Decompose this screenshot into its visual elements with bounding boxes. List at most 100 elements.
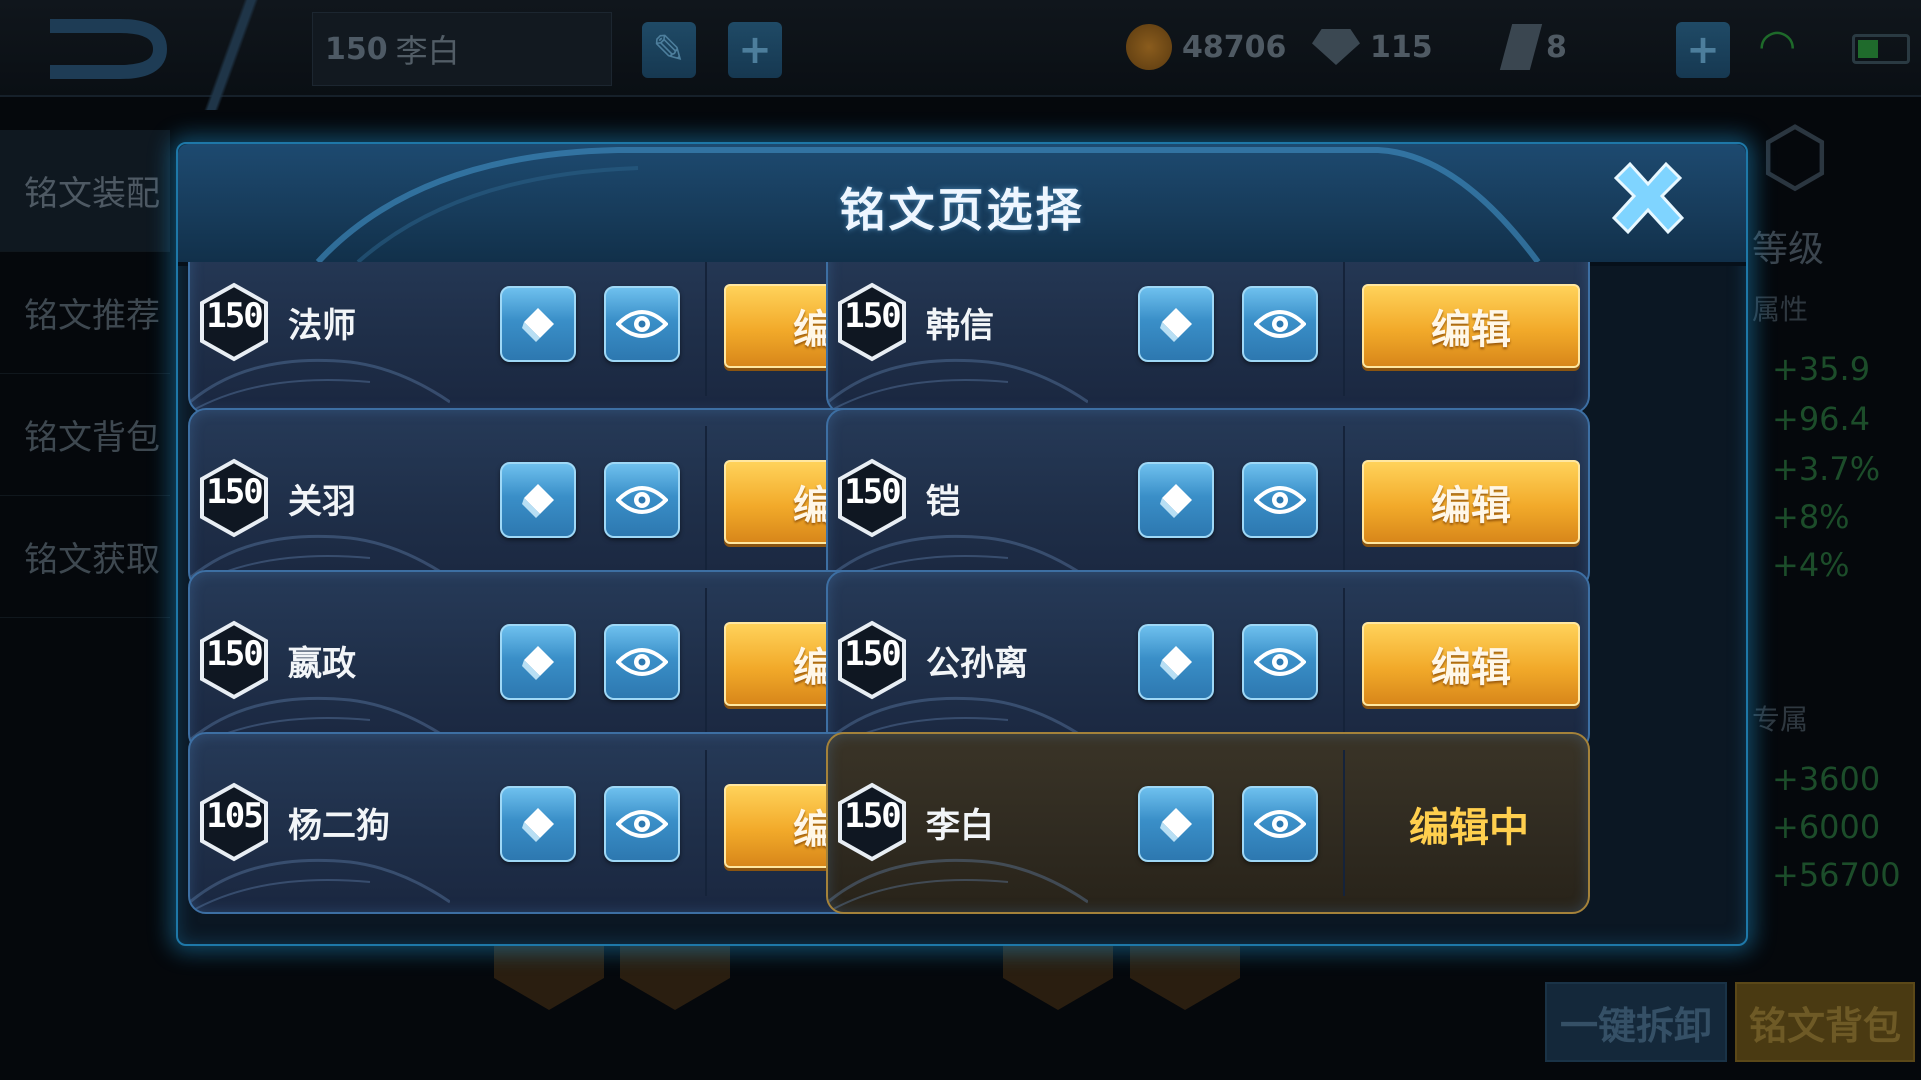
- current-hero-name: 李白: [395, 32, 460, 70]
- battery-icon: [1852, 34, 1910, 64]
- exclusive-value: +56700: [1772, 856, 1901, 894]
- rename-page-button[interactable]: [500, 462, 576, 538]
- side-item-rune-bag[interactable]: 铭文背包: [0, 374, 170, 496]
- rune-bag-button[interactable]: 铭文背包: [1735, 982, 1915, 1062]
- rune-page-card: 150 铠 编辑: [826, 408, 1590, 590]
- card-divider: [1343, 262, 1345, 396]
- preview-page-button[interactable]: [1242, 286, 1318, 362]
- rune-page-select-dialog: 铭文页选择 150 法师 编辑: [176, 142, 1748, 946]
- eye-icon: [616, 486, 668, 514]
- exclusive-label: 专属: [1752, 703, 1809, 736]
- current-hero-level: 150: [325, 31, 388, 67]
- page-level: 150: [206, 472, 263, 512]
- eye-icon: [1254, 810, 1306, 838]
- preview-page-button[interactable]: [604, 286, 680, 362]
- crystal-counter: 8: [1499, 22, 1567, 72]
- page-name: 法师: [288, 306, 356, 346]
- page-level: 150: [844, 296, 901, 336]
- eraser-icon: [1160, 646, 1192, 680]
- side-item-rune-equip[interactable]: 铭文装配: [0, 130, 170, 252]
- gem-icon: [1312, 29, 1360, 65]
- page-name: 杨二狗: [288, 806, 390, 846]
- edit-page-button[interactable]: 编辑: [1362, 284, 1580, 368]
- attr-value: +35.9: [1772, 350, 1871, 388]
- add-hero-button[interactable]: +: [728, 22, 782, 78]
- edit-page-button[interactable]: 编辑: [1362, 622, 1580, 706]
- current-hero-chip: 150 李白: [312, 12, 612, 86]
- preview-page-button[interactable]: [1242, 786, 1318, 862]
- rune-page-list[interactable]: 150 法师 编辑 150 韩信: [188, 262, 1736, 938]
- preview-page-button[interactable]: [604, 786, 680, 862]
- gold-coin-icon: [1126, 24, 1172, 70]
- unload-all-button[interactable]: 一键拆卸: [1545, 982, 1727, 1062]
- page-level: 150: [206, 634, 263, 674]
- back-arrow-icon[interactable]: [40, 18, 170, 80]
- rune-page-card: 150 李白 编辑中: [826, 732, 1590, 914]
- add-currency-button[interactable]: +: [1676, 22, 1730, 78]
- card-divider: [1343, 588, 1345, 734]
- eye-icon: [616, 648, 668, 676]
- close-icon[interactable]: [1600, 156, 1696, 252]
- card-divider: [705, 588, 707, 734]
- eraser-icon: [522, 308, 554, 342]
- rename-page-button[interactable]: [1138, 786, 1214, 862]
- attr-value: +3.7%: [1772, 450, 1881, 488]
- top-bar: 150 李白 ✎ + 48706 115 8 + ◠: [0, 0, 1921, 110]
- attr-value: +8%: [1772, 498, 1850, 536]
- hero-rename-button[interactable]: ✎: [642, 22, 696, 78]
- level-label: 等级: [1752, 229, 1825, 270]
- attribute-panel: ⬡ 等级 属性 +35.9 +96.4 +3.7% +8% +4% 专属 +36…: [1740, 110, 1921, 1070]
- preview-page-button[interactable]: [604, 624, 680, 700]
- rename-page-button[interactable]: [1138, 624, 1214, 700]
- rune-page-card: 150 韩信 编辑: [826, 262, 1590, 414]
- eye-icon: [616, 310, 668, 338]
- page-level: 150: [844, 634, 901, 674]
- page-level: 105: [206, 796, 263, 836]
- rename-page-button[interactable]: [1138, 286, 1214, 362]
- rename-page-button[interactable]: [500, 786, 576, 862]
- eraser-icon: [522, 646, 554, 680]
- level-hex-icon: ⬡: [1760, 110, 1830, 203]
- rename-page-button[interactable]: [500, 624, 576, 700]
- preview-page-button[interactable]: [604, 462, 680, 538]
- attr-value: +96.4: [1772, 400, 1871, 438]
- eraser-icon: [522, 808, 554, 842]
- wifi-icon: ◠: [1758, 20, 1797, 71]
- attr-label: 属性: [1752, 293, 1809, 326]
- side-menu: 铭文装配 铭文推荐 铭文背包 铭文获取: [0, 130, 170, 618]
- rune-page-card: 150 公孙离 编辑: [826, 570, 1590, 752]
- gold-value: 48706: [1182, 29, 1287, 65]
- preview-page-button[interactable]: [1242, 624, 1318, 700]
- exclusive-value: +3600: [1772, 760, 1881, 798]
- rename-page-button[interactable]: [1138, 462, 1214, 538]
- page-name: 嬴政: [288, 644, 356, 684]
- crystal-icon: [1499, 24, 1543, 70]
- preview-page-button[interactable]: [1242, 462, 1318, 538]
- card-divider: [705, 750, 707, 896]
- dialog-header: 铭文页选择: [178, 144, 1746, 266]
- crystal-value: 8: [1546, 29, 1567, 65]
- edit-page-button[interactable]: 编辑: [1362, 460, 1580, 544]
- plus-icon: +: [738, 27, 772, 73]
- side-item-rune-recommend[interactable]: 铭文推荐: [0, 252, 170, 374]
- page-name: 韩信: [926, 306, 994, 346]
- eraser-icon: [1160, 484, 1192, 518]
- plus-icon: +: [1686, 27, 1720, 73]
- card-divider: [1343, 426, 1345, 572]
- pencil-icon: ✎: [652, 27, 686, 73]
- gem-value: 115: [1370, 29, 1433, 65]
- page-name: 李白: [926, 806, 994, 846]
- eye-icon: [616, 810, 668, 838]
- eye-icon: [1254, 310, 1306, 338]
- dialog-title: 铭文页选择: [839, 183, 1085, 237]
- eraser-icon: [522, 484, 554, 518]
- rename-page-button[interactable]: [500, 286, 576, 362]
- page-level: 150: [844, 472, 901, 512]
- page-name: 关羽: [288, 482, 356, 522]
- eraser-icon: [1160, 808, 1192, 842]
- gem-counter: 115: [1312, 22, 1433, 72]
- card-divider: [705, 426, 707, 572]
- page-level: 150: [206, 296, 263, 336]
- gold-counter: 48706: [1126, 22, 1286, 72]
- side-item-rune-obtain[interactable]: 铭文获取: [0, 496, 170, 618]
